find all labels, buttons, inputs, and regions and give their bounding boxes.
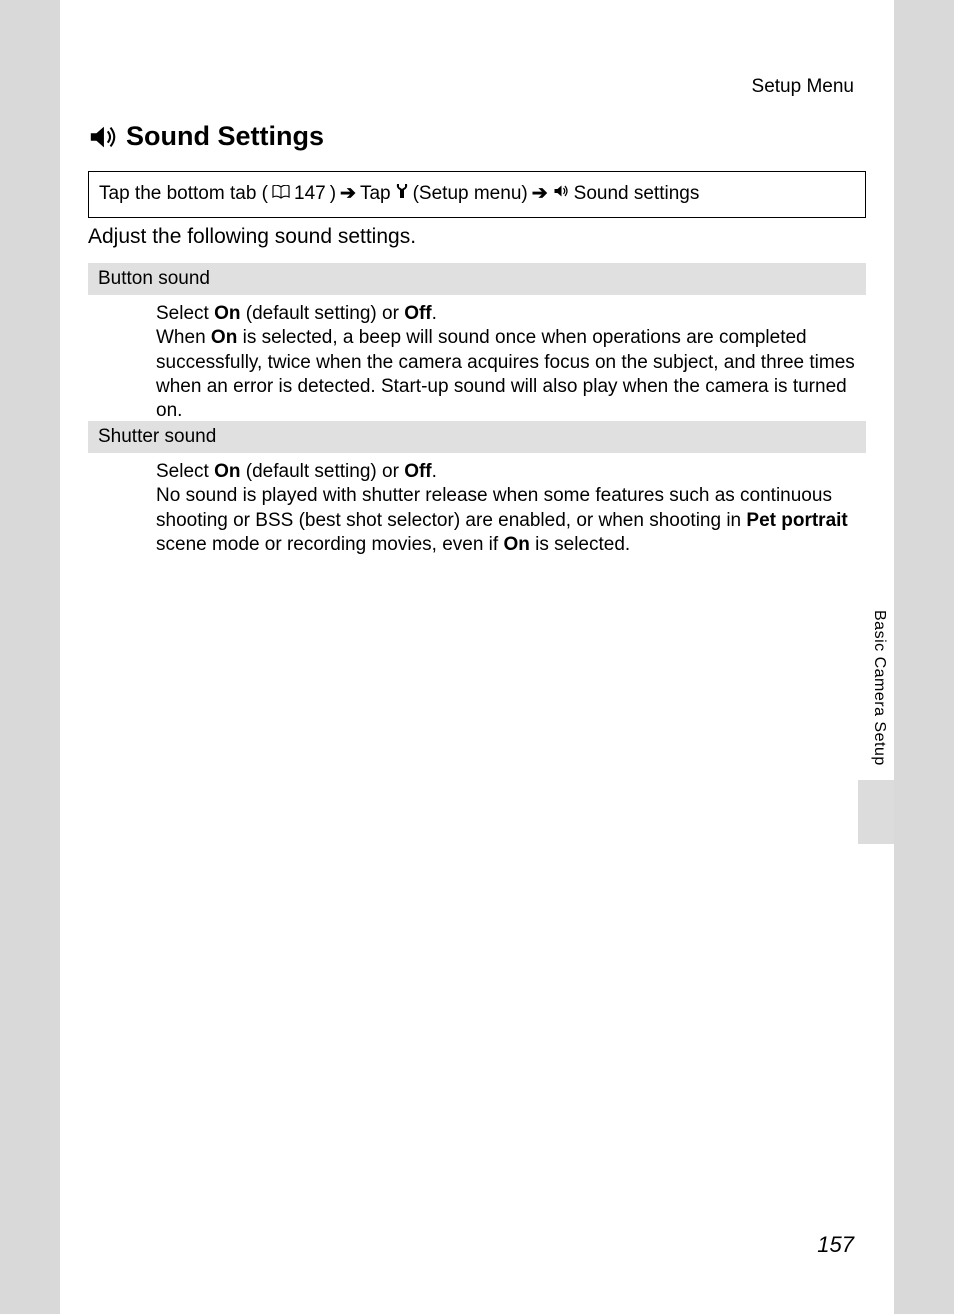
subsection-body: Select On (default setting) or Off. When… [156, 302, 866, 424]
bold-pet: Pet portrait [746, 510, 847, 531]
body-text: (default setting) or [240, 303, 404, 324]
body-text: When [156, 327, 211, 348]
bold-off: Off [404, 461, 431, 482]
bold-on: On [214, 303, 240, 324]
body-text: No sound is played with shutter release … [156, 485, 832, 530]
body-text: (default setting) or [240, 461, 404, 482]
side-chapter-label: Basic Camera Setup [870, 610, 888, 766]
body-text: scene mode or recording movies, even if [156, 534, 503, 555]
subsection-heading: Button sound [88, 263, 866, 295]
body-text: Select [156, 461, 214, 482]
subsection-heading: Shutter sound [88, 421, 866, 453]
section-title: Sound Settings [88, 121, 324, 152]
body-text: is selected. [530, 534, 630, 555]
running-header: Setup Menu [752, 76, 854, 98]
nav-setup: (Setup menu) [413, 183, 528, 205]
bold-on: On [214, 461, 240, 482]
manual-page: Setup Menu Sound Settings Tap the bottom… [60, 0, 894, 1314]
intro-text: Adjust the following sound settings. [88, 225, 416, 249]
body-text: . [432, 303, 437, 324]
nav-text: Tap the bottom tab ( [99, 183, 268, 205]
arrow-icon: ➔ [532, 182, 548, 205]
nav-pageref: 147 [294, 183, 326, 205]
speaker-icon [552, 183, 570, 205]
body-text: is selected, a beep will sound once when… [156, 327, 855, 421]
page-number: 157 [817, 1232, 854, 1258]
nav-sound: Sound settings [574, 183, 700, 205]
title-text: Sound Settings [126, 121, 324, 152]
book-icon [272, 183, 290, 205]
nav-post1: ) [330, 183, 336, 205]
side-thumb-tab [858, 780, 894, 844]
body-text: . [432, 461, 437, 482]
bold-off: Off [404, 303, 431, 324]
navigation-path: Tap the bottom tab ( 147) ➔ Tap (Setup m… [88, 171, 866, 218]
subsection-body: Select On (default setting) or Off. No s… [156, 460, 866, 557]
speaker-icon [88, 122, 118, 152]
wrench-icon [395, 183, 409, 205]
arrow-icon: ➔ [340, 182, 356, 205]
nav-tap: Tap [360, 183, 391, 205]
bold-on: On [211, 327, 237, 348]
body-text: Select [156, 303, 214, 324]
bold-on: On [503, 534, 529, 555]
